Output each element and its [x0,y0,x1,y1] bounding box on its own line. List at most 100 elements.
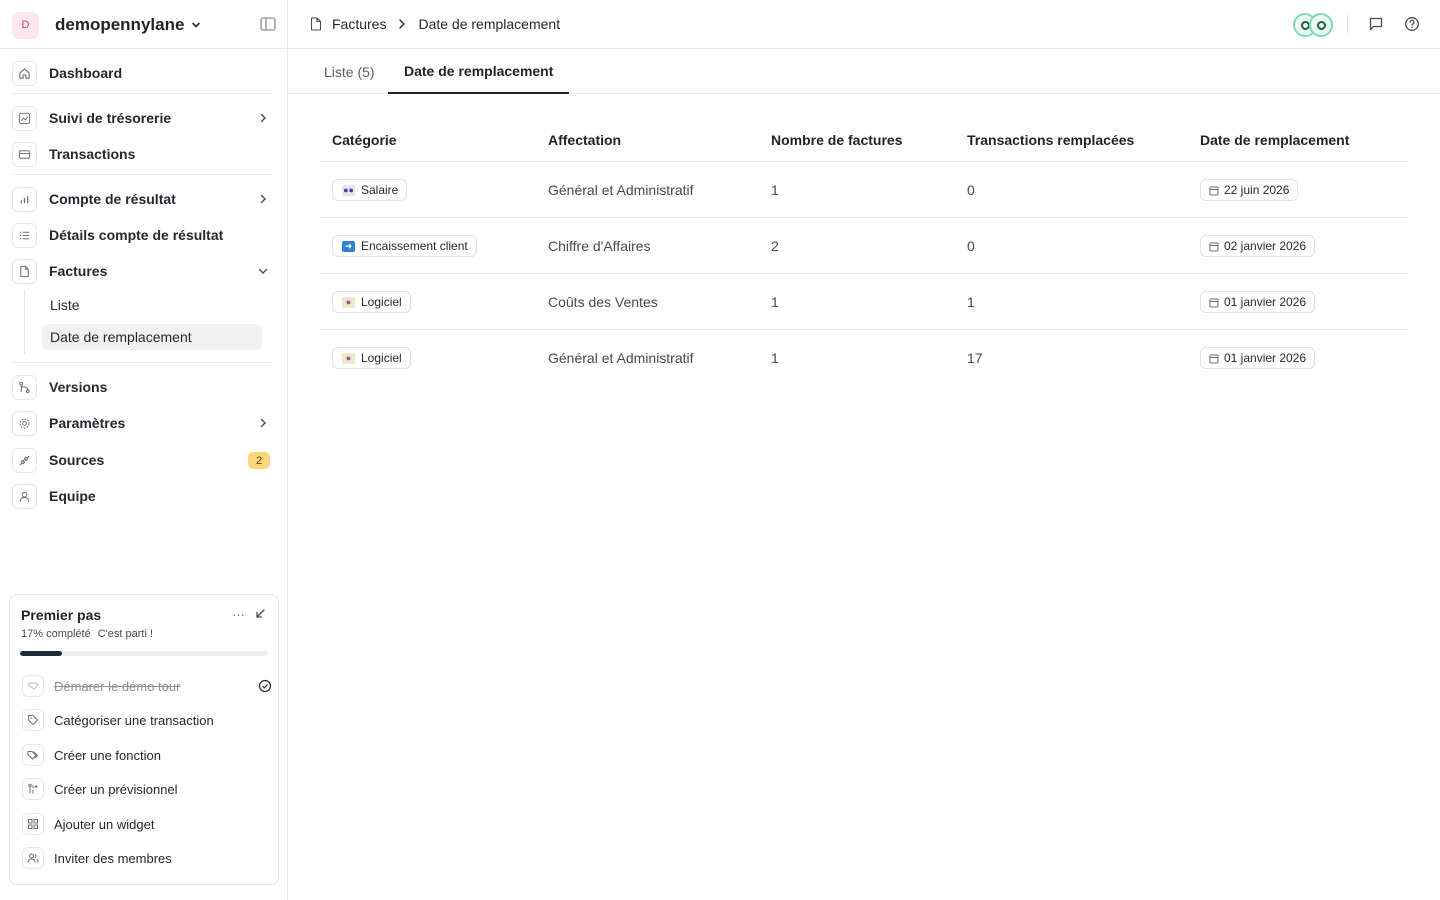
date-chip[interactable]: 02 janvier 2026 [1200,235,1316,257]
tags-icon [22,744,44,766]
sidebar-item-details-compte[interactable]: Détails compte de résultat [12,220,274,250]
column-header[interactable]: Transactions remplacées [967,132,1134,148]
calendar-icon [1209,186,1219,195]
sidebar-item-factures[interactable]: Factures [12,256,274,286]
affectation-cell: Général et Administratif [548,350,694,366]
sidebar-item-sources[interactable]: Sources 2 [12,445,274,475]
sidebar-item-label: Suivi de trésorerie [49,110,172,126]
category-label: Logiciel [361,351,402,365]
sidebar-subitem-date-remplacement[interactable]: Date de remplacement [42,324,262,350]
date-label: 01 janvier 2026 [1224,295,1307,309]
users-icon [22,847,44,869]
sidebar-item-transactions[interactable]: Transactions [12,139,274,169]
help-icon[interactable] [1404,16,1420,32]
breadcrumb: Factures Date de remplacement [310,16,560,32]
date-label: 01 janvier 2026 [1224,351,1307,365]
sidebar-item-compte-resultat[interactable]: Compte de résultat [12,184,274,214]
tag-icon [22,709,44,731]
collaborators[interactable] [1293,13,1335,37]
divider [1347,15,1348,33]
sidebar-item-label: Dashboard [49,65,123,81]
replaced-cell: 0 [967,238,975,254]
top-bar: Factures Date de remplacement [288,0,1440,49]
sidebar-item-label: Factures [49,263,108,279]
date-chip[interactable]: 01 janvier 2026 [1200,347,1316,369]
calendar-icon [1209,242,1219,251]
category-chip[interactable]: ●● Salaire [332,179,408,201]
minimize-icon[interactable] [254,608,266,620]
sidebar-item-equipe[interactable]: Equipe [12,481,274,511]
column-header[interactable]: Date de remplacement [1200,132,1349,148]
progress-percent: 17% complété [21,628,91,640]
org-switcher[interactable]: D demopennylane [12,10,202,40]
category-chip[interactable]: ➜ Encaissement client [332,235,477,257]
task-label: Créer une fonction [54,747,161,763]
document-icon [310,17,322,31]
table-row[interactable]: ● Logiciel Général et Administratif 1 17… [320,330,1408,386]
comment-icon[interactable] [1368,16,1384,32]
task-label: Ajouter un widget [54,816,155,832]
sidebar-item-tresorerie[interactable]: Suivi de trésorerie [12,103,274,133]
breadcrumb-current: Date de remplacement [418,16,561,32]
progress-message: C'est parti ! [97,628,154,640]
onboarding-title: Premier pas [21,607,102,623]
count-cell: 1 [771,350,779,366]
sidebar-subitem-liste[interactable]: Liste [42,292,262,318]
task-fonction[interactable]: Créer une fonction [22,742,272,768]
task-widget[interactable]: Ajouter un widget [22,811,272,837]
task-categoriser[interactable]: Catégoriser une transaction [22,707,272,733]
forecast-icon [22,778,44,800]
table-row[interactable]: ● Logiciel Coûts des Ventes 1 1 01 janvi… [320,274,1408,330]
document-icon [12,258,37,284]
task-demo-tour[interactable]: Démarer le démo tour [22,673,272,699]
sidebar-collapse-icon[interactable] [260,17,276,31]
replaced-cell: 17 [967,350,983,366]
tab-date-remplacement[interactable]: Date de remplacement [388,49,570,94]
sidebar-item-label: Sources [49,452,105,468]
category-label: Encaissement client [361,239,468,253]
branch-icon [12,374,37,400]
handshake-icon [22,675,44,697]
column-header[interactable]: Affectation [548,132,621,148]
date-chip[interactable]: 22 juin 2026 [1200,179,1299,201]
task-previsionnel[interactable]: Créer un prévisionnel [22,776,272,802]
date-chip[interactable]: 01 janvier 2026 [1200,291,1316,313]
more-options-icon[interactable]: ··· [232,607,245,622]
sidebar-item-label: Transactions [49,146,136,162]
count-cell: 2 [771,238,779,254]
tab-liste[interactable]: Liste (5) [324,49,375,94]
widgets-icon [22,813,44,835]
category-chip[interactable]: ● Logiciel [332,347,411,369]
sidebar-item-label: Détails compte de résultat [49,227,224,243]
divider [0,48,287,49]
notification-badge: 2 [248,452,270,469]
column-header[interactable]: Catégorie [332,132,397,148]
divider [12,93,272,94]
table-row[interactable]: ●● Salaire Général et Administratif 1 0 … [320,162,1408,218]
task-label: Démarer le démo tour [54,678,181,694]
onboarding-card: Premier pas ··· 17% complété C'est parti … [9,594,279,885]
sidebar-item-dashboard[interactable]: Dashboard [12,58,274,88]
org-name: demopennylane [55,15,185,34]
table-header: Catégorie Affectation Nombre de factures… [320,118,1408,162]
category-label: Logiciel [361,295,402,309]
chart-line-icon [12,105,37,131]
category-chip[interactable]: ● Logiciel [332,291,411,313]
user-icon [12,483,37,509]
column-header[interactable]: Nombre de factures [771,132,902,148]
table-row[interactable]: ➜ Encaissement client Chiffre d'Affaires… [320,218,1408,274]
sidebar-item-label: Compte de résultat [49,191,176,207]
calendar-icon [1209,354,1219,363]
date-label: 02 janvier 2026 [1224,239,1307,253]
sidebar-item-versions[interactable]: Versions [12,372,274,402]
chevron-right-icon [260,113,266,123]
calendar-icon [1209,298,1219,307]
list-icon [12,222,37,248]
task-label: Créer un prévisionnel [54,781,178,797]
task-label: Catégoriser une transaction [54,712,214,728]
breadcrumb-factures[interactable]: Factures [332,16,386,32]
sidebar-item-parametres[interactable]: Paramètres [12,408,274,438]
technologist-emoji-icon: ● [342,296,355,308]
task-membres[interactable]: Inviter des membres [22,845,272,871]
date-label: 22 juin 2026 [1224,183,1290,197]
